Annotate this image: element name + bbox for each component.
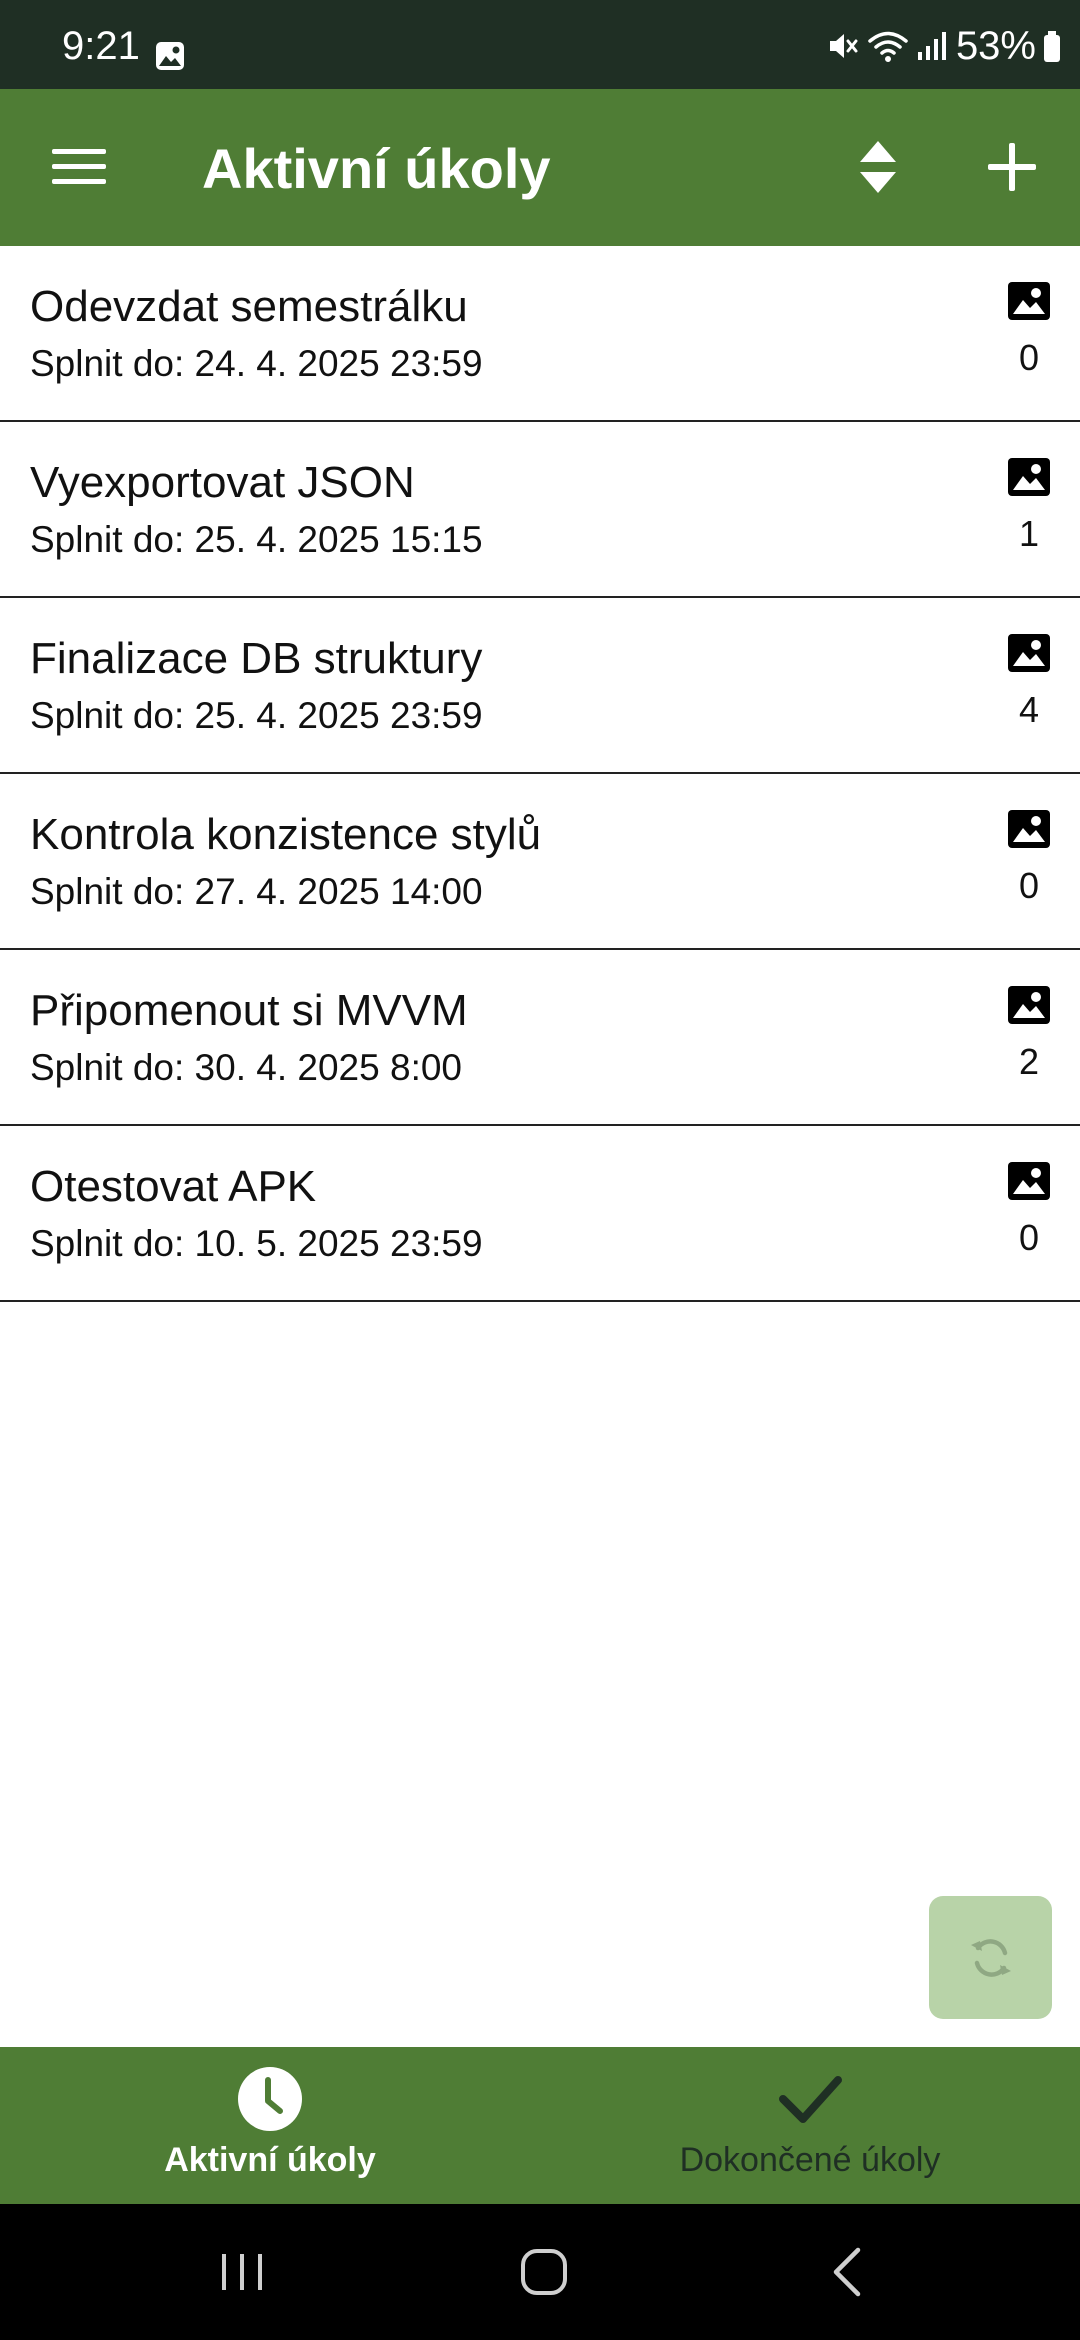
- system-navigation-bar: [0, 2204, 1080, 2340]
- image-icon: [1006, 456, 1052, 498]
- task-item[interactable]: Připomenout si MVVM Splnit do: 30. 4. 20…: [0, 950, 1080, 1126]
- task-due-date: Splnit do: 25. 4. 2025 15:15: [30, 519, 483, 560]
- menu-button[interactable]: [40, 135, 118, 199]
- sort-button[interactable]: [850, 135, 906, 199]
- task-image-count: 4: [1018, 689, 1040, 730]
- task-title: Připomenout si MVVM: [30, 986, 468, 1035]
- task-item[interactable]: Kontrola konzistence stylů Splnit do: 27…: [0, 774, 1080, 950]
- task-image-count: 0: [1018, 1217, 1040, 1258]
- wifi-icon: [866, 28, 910, 64]
- home-button[interactable]: [514, 2242, 574, 2302]
- task-due-date: Splnit do: 10. 5. 2025 23:59: [30, 1223, 483, 1264]
- task-title: Odevzdat semestrálku: [30, 282, 468, 331]
- signal-icon: [916, 28, 950, 64]
- add-icon: [982, 143, 1042, 201]
- sort-icon: [850, 141, 906, 203]
- task-due-date: Splnit do: 30. 4. 2025 8:00: [30, 1047, 463, 1088]
- task-due-date: Splnit do: 25. 4. 2025 23:59: [30, 695, 483, 736]
- image-icon: [1006, 280, 1052, 322]
- tab-completed-tasks[interactable]: Dokončené úkoly: [540, 2047, 1080, 2204]
- sync-button[interactable]: [929, 1896, 1052, 2019]
- home-icon: [514, 2249, 574, 2306]
- task-item[interactable]: Vyexportovat JSON Splnit do: 25. 4. 2025…: [0, 422, 1080, 598]
- image-icon: [1006, 632, 1052, 674]
- app-bar: Aktivní úkoly: [0, 89, 1080, 246]
- task-image-count: 0: [1018, 865, 1040, 906]
- status-time: 9:21: [62, 24, 140, 68]
- recents-icon: [212, 2254, 272, 2306]
- battery-percent: 53%: [955, 24, 1036, 68]
- task-item[interactable]: Finalizace DB struktury Splnit do: 25. 4…: [0, 598, 1080, 774]
- task-due-date: Splnit do: 27. 4. 2025 14:00: [30, 871, 483, 912]
- task-item[interactable]: Odevzdat semestrálku Splnit do: 24. 4. 2…: [0, 246, 1080, 422]
- add-task-button[interactable]: [982, 137, 1042, 197]
- clock-icon: [236, 2065, 304, 2138]
- task-title: Finalizace DB struktury: [30, 634, 483, 683]
- task-image-count: 1: [1018, 513, 1040, 554]
- back-icon: [818, 2247, 878, 2306]
- task-image-count: 2: [1018, 1041, 1040, 1082]
- task-title: Otestovat APK: [30, 1162, 317, 1211]
- image-icon: [1006, 1160, 1052, 1202]
- mute-icon: [824, 28, 860, 64]
- bottom-navigation: Aktivní úkoly Dokončené úkoly: [0, 2047, 1080, 2204]
- image-icon: [1006, 984, 1052, 1026]
- back-button[interactable]: [818, 2242, 878, 2302]
- image-icon: [1006, 808, 1052, 850]
- status-icons: 53%: [824, 26, 1062, 66]
- page-title: Aktivní úkoly: [202, 137, 551, 200]
- tab-completed-tasks-label: Dokončené úkoly: [679, 2141, 941, 2179]
- tab-active-tasks[interactable]: Aktivní úkoly: [0, 2047, 540, 2204]
- check-icon: [776, 2065, 844, 2138]
- task-image-count: 0: [1018, 337, 1040, 378]
- tab-active-tasks-label: Aktivní úkoly: [164, 2141, 376, 2179]
- task-title: Vyexportovat JSON: [30, 458, 415, 507]
- task-title: Kontrola konzistence stylů: [30, 810, 542, 859]
- task-due-date: Splnit do: 24. 4. 2025 23:59: [30, 343, 483, 384]
- task-item[interactable]: Otestovat APK Splnit do: 10. 5. 2025 23:…: [0, 1126, 1080, 1302]
- battery-icon: [1042, 28, 1062, 64]
- menu-icon: [40, 149, 118, 203]
- task-list: Odevzdat semestrálku Splnit do: 24. 4. 2…: [0, 246, 1080, 1302]
- gallery-icon: [154, 40, 186, 72]
- status-bar: 9:21 53%: [0, 0, 1080, 89]
- recents-button[interactable]: [212, 2242, 272, 2302]
